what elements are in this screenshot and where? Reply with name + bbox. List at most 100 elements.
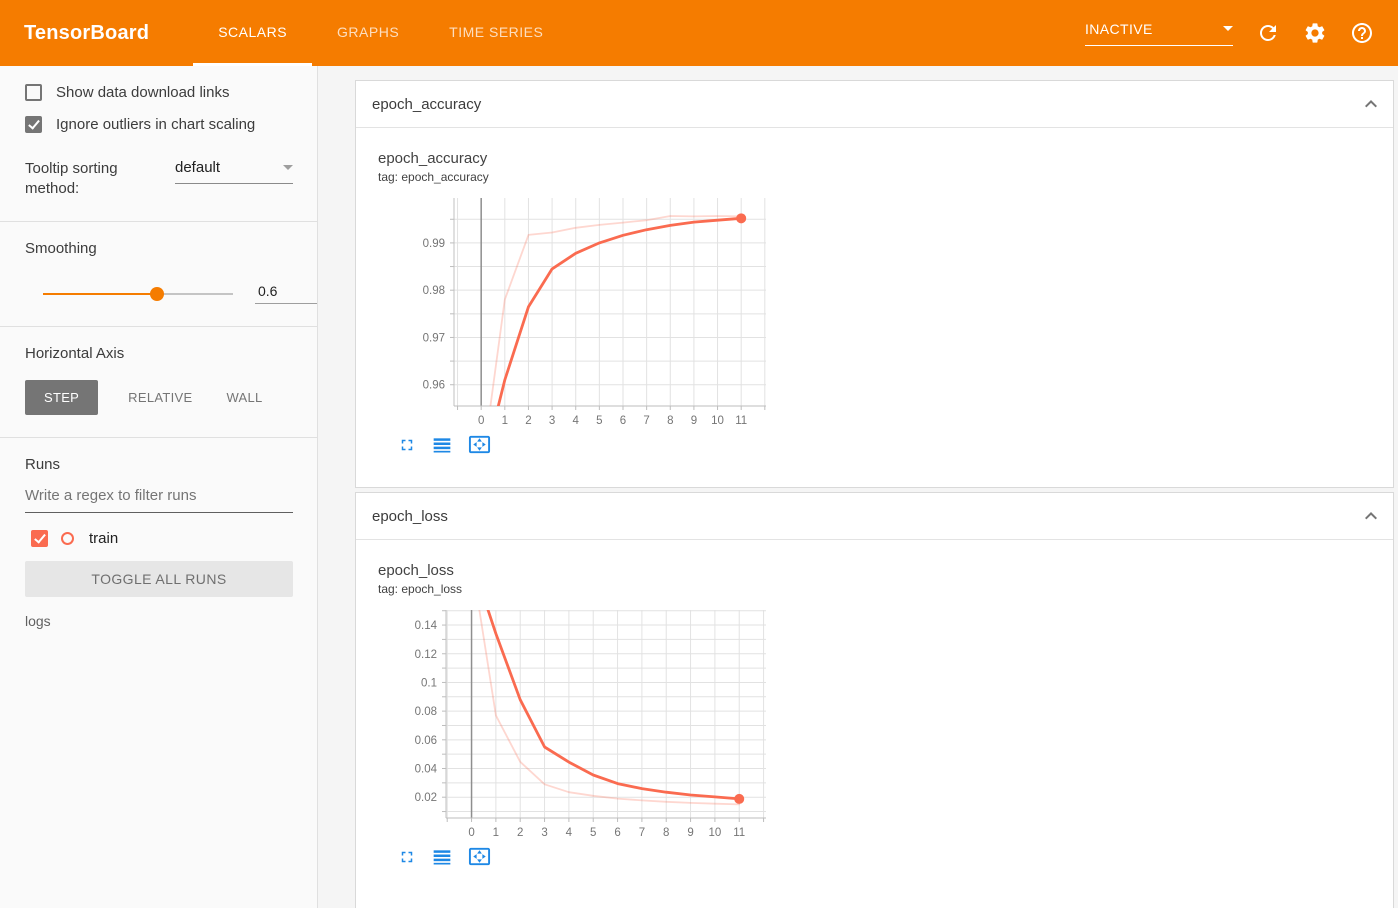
card-epoch-loss: epoch_loss epoch_loss tag: epoch_loss 0.… [355, 492, 1394, 908]
svg-text:0.04: 0.04 [415, 764, 438, 776]
smoothing-slider[interactable] [43, 286, 233, 301]
help-icon[interactable] [1350, 21, 1374, 45]
expand-chart-icon[interactable] [398, 848, 416, 866]
runs-filter-input[interactable] [25, 473, 293, 513]
tab-graphs[interactable]: GRAPHS [312, 0, 424, 66]
svg-text:8: 8 [663, 827, 669, 839]
svg-text:0.96: 0.96 [423, 380, 445, 392]
run-color-circle-icon[interactable] [61, 532, 74, 545]
svg-text:6: 6 [620, 415, 626, 427]
svg-text:6: 6 [614, 827, 620, 839]
svg-text:3: 3 [549, 415, 555, 427]
header-controls: INACTIVE [1085, 21, 1398, 46]
smoothing-section: Smoothing [0, 221, 317, 326]
axis-wall-button[interactable]: WALL [222, 380, 266, 415]
svg-text:4: 4 [566, 827, 573, 839]
runs-footer-logs: logs [25, 613, 51, 629]
fit-domain-icon[interactable] [468, 433, 491, 456]
svg-text:10: 10 [711, 415, 724, 427]
run-train-checkbox[interactable] [31, 530, 48, 547]
card-epoch-accuracy-body: epoch_accuracy tag: epoch_accuracy 0.96 0… [356, 127, 1393, 487]
svg-text:3: 3 [541, 827, 547, 839]
tooltip-sorting-dropdown[interactable]: default [175, 159, 293, 184]
svg-text:0.06: 0.06 [415, 735, 437, 747]
horizontal-axis-label: Horizontal Axis [25, 345, 125, 362]
card-epoch-loss-body: epoch_loss tag: epoch_loss 0.02 0.04 0.06 0… [356, 539, 1393, 908]
svg-text:5: 5 [590, 827, 596, 839]
axis-step-button[interactable]: STEP [25, 380, 99, 415]
app-title: TensorBoard [24, 21, 150, 44]
run-row-train[interactable]: train [25, 530, 293, 547]
svg-text:2: 2 [525, 415, 531, 427]
toggle-all-runs-button[interactable]: TOGGLE ALL RUNS [25, 561, 293, 597]
expand-chart-icon[interactable] [398, 436, 416, 454]
card-epoch-accuracy: epoch_accuracy epoch_accuracy tag: epoch… [355, 80, 1394, 488]
collapse-chevron-up-icon[interactable] [1359, 92, 1383, 116]
svg-text:8: 8 [667, 415, 673, 427]
svg-text:0.02: 0.02 [415, 792, 437, 804]
svg-text:10: 10 [708, 827, 721, 839]
settings-gear-icon[interactable] [1303, 21, 1327, 45]
svg-text:0.12: 0.12 [415, 649, 437, 661]
card-epoch-loss-header[interactable]: epoch_loss [356, 493, 1393, 539]
chart-tag: tag: epoch_loss [378, 582, 463, 596]
chart-toolbar [398, 845, 1393, 868]
dashboard-main: epoch_accuracy epoch_accuracy tag: epoch… [318, 66, 1398, 908]
svg-text:11: 11 [735, 415, 747, 427]
data-table-icon[interactable] [432, 847, 452, 867]
svg-text:9: 9 [687, 827, 693, 839]
svg-text:0.1: 0.1 [421, 677, 437, 689]
svg-text:0.99: 0.99 [423, 238, 445, 250]
svg-text:7: 7 [643, 415, 649, 427]
card-epoch-accuracy-header[interactable]: epoch_accuracy [356, 81, 1393, 127]
tab-time-series[interactable]: TIME SERIES [424, 0, 568, 66]
tooltip-sorting-label: Tooltip sorting method: [25, 160, 118, 197]
chart-title: epoch_accuracy [378, 150, 488, 167]
smoothing-slider-thumb[interactable] [150, 286, 164, 301]
svg-text:0: 0 [468, 827, 474, 839]
svg-text:1: 1 [502, 415, 508, 427]
reload-icon[interactable] [1256, 21, 1280, 45]
smoothing-value-input[interactable] [255, 283, 317, 304]
epoch-accuracy-chart[interactable]: 0.96 0.97 0.98 0.99 0 1 2 3 4 5 6 7 8 9 10 11 [378, 190, 776, 428]
chevron-down-icon [1223, 26, 1233, 31]
svg-text:7: 7 [639, 827, 645, 839]
svg-text:9: 9 [691, 415, 697, 427]
data-status-dropdown[interactable]: INACTIVE [1085, 21, 1233, 46]
svg-text:0.98: 0.98 [423, 285, 445, 297]
svg-text:0.08: 0.08 [415, 706, 437, 718]
chevron-down-icon [283, 165, 293, 170]
smoothing-label: Smoothing [25, 240, 97, 257]
chart-tag: tag: epoch_accuracy [378, 170, 489, 184]
chart-title: epoch_loss [378, 562, 454, 579]
general-settings-section: Show data download links Ignore outliers… [0, 66, 317, 221]
collapse-chevron-up-icon[interactable] [1359, 504, 1383, 528]
runs-section: Runs train TOGGLE ALL RUNS logs [0, 437, 317, 651]
svg-text:0.97: 0.97 [423, 332, 445, 344]
settings-sidebar: Show data download links Ignore outliers… [0, 66, 318, 908]
horizontal-axis-section: Horizontal Axis STEP RELATIVE WALL [0, 326, 317, 437]
svg-text:5: 5 [596, 415, 602, 427]
tab-scalars[interactable]: SCALARS [193, 0, 313, 66]
svg-text:0.14: 0.14 [415, 620, 438, 632]
run-train-label: train [89, 530, 119, 547]
show-download-links-row[interactable]: Show data download links [25, 84, 293, 101]
smoothing-slider-fill [43, 292, 157, 295]
epoch-loss-chart[interactable]: 0.02 0.04 0.06 0.08 0.1 0.12 0.14 0 1 2 3 4 5 6 7 8 9 10 1… [378, 602, 776, 840]
ignore-outliers-checkbox[interactable] [25, 116, 42, 133]
ignore-outliers-row[interactable]: Ignore outliers in chart scaling [25, 116, 293, 133]
data-table-icon[interactable] [432, 435, 452, 455]
runs-label: Runs [25, 456, 61, 473]
svg-text:4: 4 [573, 415, 580, 427]
chart-toolbar [398, 433, 1393, 456]
svg-text:0: 0 [478, 415, 484, 427]
app-header: TensorBoard SCALARS GRAPHS TIME SERIES I… [0, 0, 1398, 66]
fit-domain-icon[interactable] [468, 845, 491, 868]
svg-text:2: 2 [517, 827, 523, 839]
svg-text:1: 1 [493, 827, 499, 839]
axis-relative-button[interactable]: RELATIVE [124, 380, 196, 415]
svg-text:11: 11 [733, 827, 745, 839]
show-download-links-checkbox[interactable] [25, 84, 42, 101]
tooltip-sorting-row: Tooltip sorting method: default [25, 159, 293, 199]
top-tabs: SCALARS GRAPHS TIME SERIES [193, 0, 568, 66]
